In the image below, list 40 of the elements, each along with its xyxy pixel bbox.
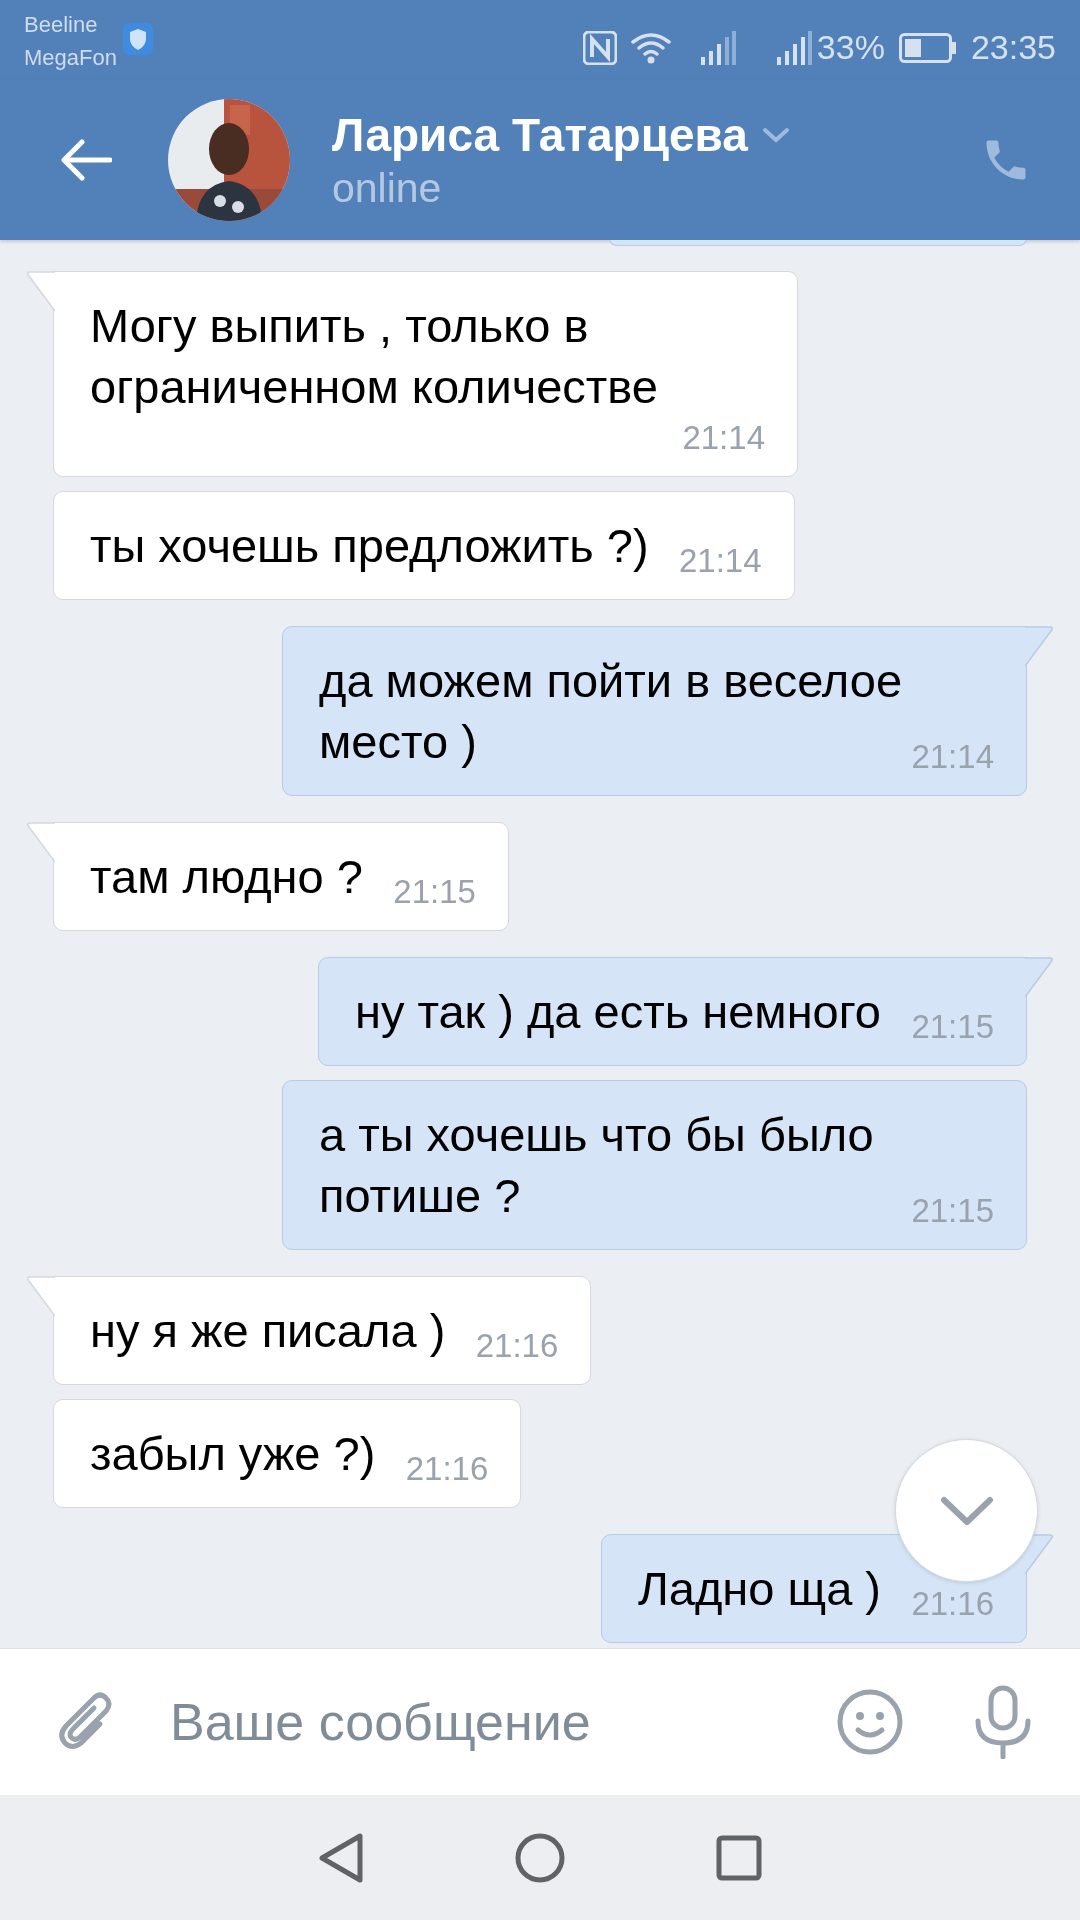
message-text: Могу выпить , только в ограниченном количестве bbox=[90, 299, 658, 413]
clock-time: 23:35 bbox=[970, 27, 1056, 68]
signal-icon bbox=[774, 30, 813, 65]
message-text: там людно ? bbox=[90, 850, 363, 903]
wifi-icon bbox=[630, 31, 671, 64]
message-time: 21:14 bbox=[678, 543, 762, 579]
message-text: ты хочешь предложить ?) bbox=[90, 519, 649, 572]
message-text: ну я же писала ) bbox=[90, 1304, 446, 1357]
message-time: 21:14 bbox=[911, 739, 994, 775]
message-time: 21:15 bbox=[911, 1009, 994, 1045]
back-arrow-icon bbox=[60, 139, 112, 181]
message-time: 21:14 bbox=[682, 420, 765, 456]
message-input-field[interactable]: Ваше сообщение bbox=[170, 1683, 816, 1761]
message-text: да можем пойти в веселое место ) bbox=[319, 654, 903, 768]
signal-icon bbox=[698, 30, 737, 65]
message-composer[interactable]: Ваше сообщение bbox=[0, 1648, 1080, 1795]
back-nav-icon[interactable] bbox=[318, 1831, 364, 1884]
message-time: 21:15 bbox=[393, 874, 476, 910]
carrier-name: Beeline bbox=[24, 11, 99, 39]
microphone-icon[interactable] bbox=[974, 1685, 1032, 1759]
carrier-name: MegaFon bbox=[24, 44, 117, 72]
message-time: 21:16 bbox=[405, 1451, 489, 1487]
chevron-down-icon[interactable] bbox=[761, 127, 790, 143]
message-text: Ладно ща ) bbox=[637, 1562, 881, 1615]
contact-status: online bbox=[332, 164, 443, 213]
message-time: 21:16 bbox=[475, 1328, 559, 1364]
battery-percent: 33% bbox=[816, 27, 885, 68]
contact-name[interactable]: Лариса Татарцева bbox=[332, 107, 748, 163]
message-text: ну так ) да есть немного bbox=[354, 985, 881, 1038]
message-time: 21:15 bbox=[911, 1193, 994, 1229]
battery-icon bbox=[898, 32, 957, 63]
message-text: а ты хочешь что бы было потише ? bbox=[319, 1108, 874, 1222]
emoji-icon[interactable] bbox=[836, 1688, 904, 1756]
home-nav-icon[interactable] bbox=[514, 1831, 566, 1884]
nfc-icon bbox=[582, 30, 617, 65]
shield-icon bbox=[122, 23, 153, 55]
message-text: забыл уже ?) bbox=[90, 1427, 376, 1480]
chevron-down-icon bbox=[939, 1495, 994, 1526]
message-time: 21:16 bbox=[911, 1586, 994, 1622]
recents-nav-icon[interactable] bbox=[716, 1834, 762, 1881]
